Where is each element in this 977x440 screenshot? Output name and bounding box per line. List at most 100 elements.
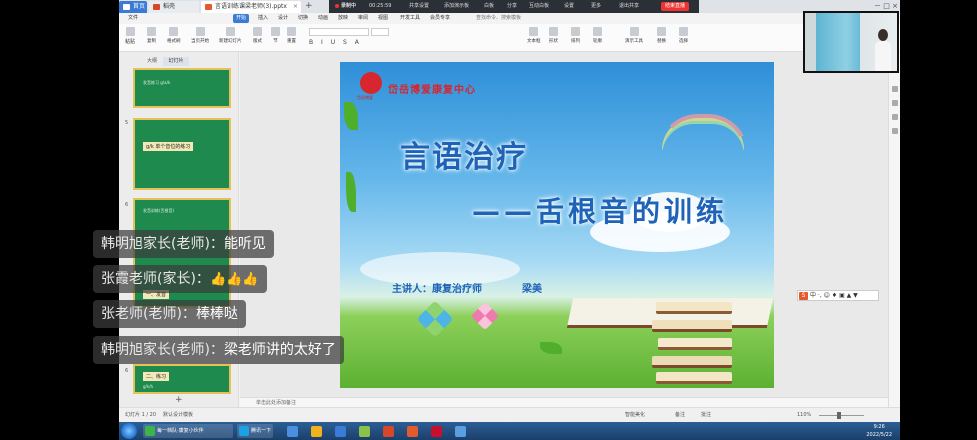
property-icon[interactable]: [892, 86, 898, 92]
rec-item-interactive[interactable]: 互动白板: [529, 0, 549, 13]
backup-icon[interactable]: [892, 128, 898, 134]
beautify-button[interactable]: 智能美化: [625, 408, 645, 422]
menu-transition[interactable]: 切换: [295, 14, 311, 23]
animation-icon[interactable]: [892, 100, 898, 106]
help-icon[interactable]: [892, 114, 898, 120]
reset-button[interactable]: 重置: [287, 27, 296, 44]
ribbon-toolbar: 粘贴 复制 格式刷 当页开始 新建幻灯片 版式 节 重置 B I U S A 文…: [119, 24, 900, 52]
org-logo-icon: [360, 72, 382, 94]
close-icon[interactable]: ×: [293, 1, 298, 13]
close-window-icon[interactable]: ×: [892, 2, 898, 10]
tab-home[interactable]: 首页: [119, 1, 147, 13]
new-slide-button[interactable]: 新建幻灯片: [219, 27, 242, 44]
app-icon: [145, 426, 155, 436]
arrange-button[interactable]: 排列: [571, 27, 580, 44]
app-icon[interactable]: [455, 426, 466, 437]
slide-number: 5: [125, 120, 129, 126]
tab-outline[interactable]: 大纲: [139, 57, 165, 66]
app-icon[interactable]: [359, 426, 370, 437]
ppt-file-icon: [205, 4, 212, 10]
menu-vip[interactable]: 会员专享: [427, 14, 453, 23]
end-live-button[interactable]: 结束直播: [660, 2, 689, 11]
tab-docer[interactable]: 稻壳: [149, 1, 199, 13]
ime-status: 中 ·, ☺ ♦ ▣ ▲ ▼: [810, 292, 858, 299]
layout-icon: [253, 27, 262, 36]
zoom-level[interactable]: 110%: [797, 408, 811, 422]
menu-slideshow[interactable]: 放映: [335, 14, 351, 23]
ime-toolbar[interactable]: S 中 ·, ☺ ♦ ▣ ▲ ▼: [797, 290, 879, 301]
exit-share-button[interactable]: 退出共享: [619, 0, 639, 13]
taskbar-app[interactable]: 每一档队·康复小伙伴: [143, 424, 233, 438]
menu-animation[interactable]: 动画: [315, 14, 331, 23]
minimize-icon[interactable]: －: [874, 2, 881, 10]
rec-item-share-settings[interactable]: 共享设置: [409, 0, 429, 13]
rainbow-decoration: [658, 114, 748, 154]
textbox-button[interactable]: 文本框: [527, 27, 541, 44]
slide-thumbnail[interactable]: 发音练习 g/a/k: [133, 68, 231, 108]
shape-button[interactable]: 形状: [549, 27, 558, 44]
system-clock[interactable]: 9:26 2022/5/22: [866, 423, 892, 439]
slide-thumbnail[interactable]: g/k 单个音位的练习: [133, 118, 231, 190]
menu-view[interactable]: 视图: [375, 14, 391, 23]
font-size-select[interactable]: [371, 28, 389, 36]
new-tab-button[interactable]: +: [305, 0, 313, 12]
menu-dev-tools[interactable]: 开发工具: [397, 14, 423, 23]
org-name: 岱岳博爱康复中心: [388, 85, 476, 96]
presentation-tools-button[interactable]: 演示工具: [625, 27, 643, 44]
wps-icon[interactable]: [383, 426, 394, 437]
menu-design[interactable]: 设计: [275, 14, 291, 23]
app-icon[interactable]: [287, 426, 298, 437]
taskbar-app[interactable]: 腾讯一下: [237, 424, 273, 438]
notes-input[interactable]: 单击此处添加备注: [240, 397, 888, 407]
start-button[interactable]: [121, 423, 137, 439]
play-from-current-button[interactable]: 当页开始: [191, 27, 209, 44]
chrome-icon[interactable]: [311, 426, 322, 437]
replace-button[interactable]: 替换: [657, 27, 666, 44]
slide[interactable]: 岱岳博爱 岱岳博爱康复中心 言语治疗 ——舌根音的训练 主讲人：康复治疗师 梁美: [340, 62, 774, 388]
textbox-icon: [529, 27, 539, 36]
maximize-icon[interactable]: □: [883, 2, 890, 10]
menu-file[interactable]: 文件: [125, 14, 141, 23]
clock-date: 2022/5/22: [866, 432, 892, 438]
paste-button[interactable]: 粘贴: [125, 27, 135, 45]
menu-review[interactable]: 审阅: [355, 14, 371, 23]
rec-item-settings[interactable]: 设置: [564, 0, 574, 13]
font-family-select[interactable]: [309, 28, 369, 36]
layout-button[interactable]: 版式: [253, 27, 262, 44]
wps-icon[interactable]: [407, 426, 418, 437]
notes-button[interactable]: 备注: [675, 408, 685, 422]
arrange-icon: [571, 27, 580, 36]
zoom-slider-handle[interactable]: [837, 412, 841, 419]
menu-insert[interactable]: 插入: [255, 14, 271, 23]
copy-button[interactable]: 复制: [147, 27, 156, 44]
wps-icon[interactable]: [431, 426, 442, 437]
record-dot-icon: [335, 3, 339, 8]
add-slide-button[interactable]: +: [175, 395, 183, 405]
thumb-text: 发音练习 g/a/k: [143, 80, 171, 85]
zoom-slider[interactable]: [819, 415, 864, 416]
select-button[interactable]: 选择: [679, 27, 688, 44]
copy-icon: [147, 27, 156, 36]
chat-text: 棒棒哒: [195, 306, 238, 322]
menu-home[interactable]: 开始: [233, 14, 250, 23]
rec-item-more[interactable]: 更多: [591, 0, 601, 13]
format-buttons[interactable]: B I U S A: [309, 39, 362, 46]
tab-pptx-file[interactable]: 言语训练课梁老师(3).pptx ×: [201, 1, 301, 13]
rec-item-add-board[interactable]: 添加演示板: [444, 0, 469, 13]
tab-bar: 首页 稻壳 言语训练课梁老师(3).pptx × + 录制中 00:25:59 …: [119, 0, 900, 13]
slide-number: 6: [125, 368, 129, 374]
pinwheel-decoration: [470, 301, 500, 331]
comment-button[interactable]: 批注: [701, 408, 711, 422]
outline-button[interactable]: 轮廓: [593, 27, 602, 44]
tab-slides[interactable]: 幻灯片: [163, 57, 189, 66]
thumbs-up-icon: 👍👍👍: [209, 272, 259, 287]
person-head: [878, 29, 888, 41]
app-icon[interactable]: [335, 426, 346, 437]
slide-thumbnail[interactable]: 二、练习 g/k/h: [133, 364, 231, 394]
command-search[interactable]: 查找命令、搜索模板: [476, 14, 536, 23]
format-painter-button[interactable]: 格式刷: [167, 27, 181, 44]
rec-item-share[interactable]: 分享: [507, 0, 517, 13]
section-button[interactable]: 节: [271, 27, 280, 44]
rec-item-whiteboard[interactable]: 白板: [484, 0, 494, 13]
tab-label: 言语训练课梁老师(3).pptx: [215, 3, 287, 10]
